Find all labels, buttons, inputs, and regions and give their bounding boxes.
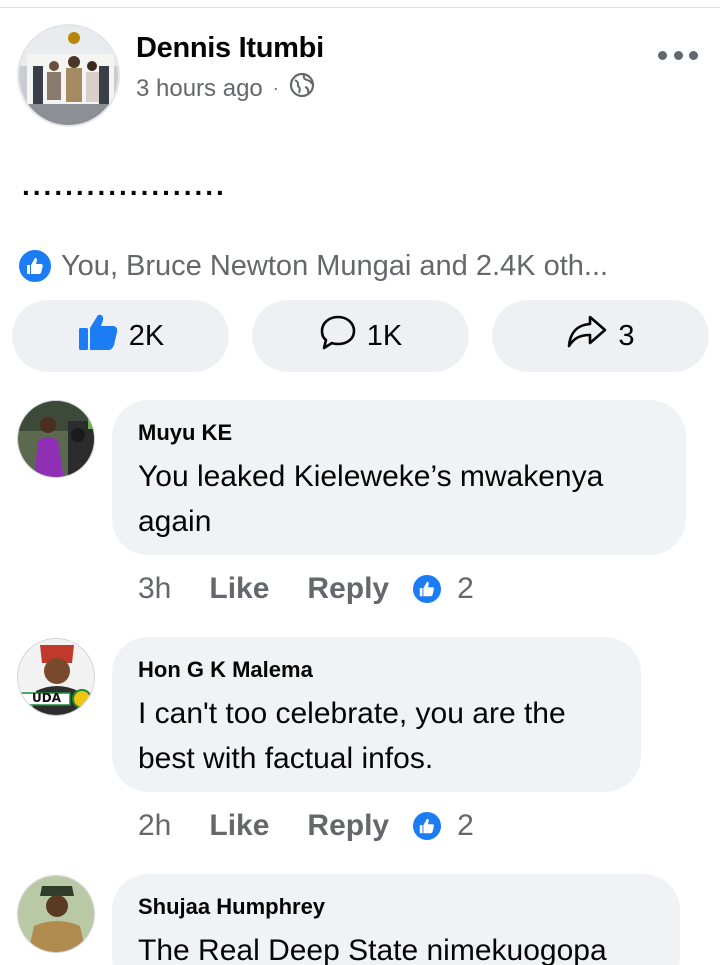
commenter-photo	[18, 876, 94, 952]
commenter-avatar[interactable]	[17, 875, 95, 953]
share-button[interactable]: 3	[492, 300, 709, 372]
post-meta: 3 hours ago ·	[136, 72, 315, 105]
author-avatar[interactable]	[17, 24, 120, 127]
commenter-avatar[interactable]: UDA	[17, 638, 95, 716]
avatar-label: UDA	[32, 691, 61, 705]
commenter-name[interactable]: Shujaa Humphrey	[138, 894, 654, 920]
top-divider	[0, 7, 720, 8]
comment-text: You leaked Kieleweke’s mwakenya again	[138, 460, 604, 538]
author-name[interactable]: Dennis Itumbi	[136, 32, 324, 65]
reactions-summary-text: You, Bruce Newton Mungai and 2.4K oth...	[61, 249, 609, 282]
comment-bubble: Shujaa Humphrey The Real Deep State nime…	[112, 874, 680, 965]
post-body-text: ...................	[22, 170, 227, 201]
comment-reply-button[interactable]: Reply	[307, 809, 389, 843]
thumbs-up-icon	[77, 312, 119, 360]
comment-like-count: 2	[457, 809, 474, 842]
comment-text: The Real Deep State nimekuogopa	[138, 934, 607, 965]
comment-like-button[interactable]: Like	[209, 572, 269, 606]
post-time[interactable]: 3 hours ago	[136, 75, 263, 103]
comment-bubble: Hon G K Malema I can't too celebrate, yo…	[112, 637, 641, 792]
comment-reply-button[interactable]: Reply	[307, 572, 389, 606]
comment-text: I can't too celebrate, you are the best …	[138, 697, 566, 775]
post-actions: 2K 1K 3	[0, 300, 720, 372]
reactions-summary[interactable]: You, Bruce Newton Mungai and 2.4K oth...	[17, 248, 608, 284]
like-reaction-icon	[17, 248, 53, 284]
comment-time: 2h	[138, 809, 172, 842]
comment-actions: 2h Like Reply 2	[138, 809, 474, 843]
more-options-icon[interactable]	[658, 46, 698, 64]
commenter-photo	[18, 401, 94, 477]
like-count: 2K	[128, 319, 165, 352]
author-photo	[19, 26, 118, 125]
comment-count: 1K	[366, 319, 403, 352]
commenter-name[interactable]: Hon G K Malema	[138, 657, 615, 683]
meta-separator: ·	[272, 78, 279, 98]
comment-button[interactable]: 1K	[252, 300, 469, 372]
comment-like-count: 2	[457, 572, 474, 605]
like-button[interactable]: 2K	[12, 300, 229, 372]
comment-like-button[interactable]: Like	[209, 809, 269, 843]
share-icon	[566, 313, 608, 359]
commenter-avatar[interactable]	[17, 400, 95, 478]
globe-icon	[289, 72, 315, 105]
comment-bubble: Muyu KE You leaked Kieleweke’s mwakenya …	[112, 400, 686, 555]
like-reaction-icon	[411, 810, 444, 842]
commenter-name[interactable]: Muyu KE	[138, 420, 660, 446]
comment-time: 3h	[138, 572, 172, 605]
comment-icon	[319, 313, 357, 359]
share-count: 3	[618, 319, 635, 352]
comment-actions: 3h Like Reply 2	[138, 572, 474, 606]
like-reaction-icon	[411, 573, 444, 605]
